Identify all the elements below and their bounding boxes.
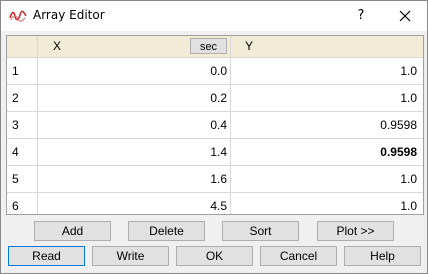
y-cell-selected[interactable]: 0.9598 <box>233 145 417 159</box>
table-row[interactable]: 5 1.6 1.0 <box>7 166 423 193</box>
table-row[interactable]: 3 0.4 0.9598 <box>7 112 423 139</box>
time-unit-button[interactable]: sec <box>190 38 227 54</box>
row-number: 2 <box>12 91 19 105</box>
column-header-x: X <box>53 39 62 53</box>
plot-button[interactable]: Plot >> <box>317 221 394 241</box>
x-cell[interactable]: 4.5 <box>39 199 227 213</box>
sort-button[interactable]: Sort <box>222 221 299 241</box>
read-button[interactable]: Read <box>8 246 85 266</box>
x-cell[interactable]: 0.2 <box>39 91 227 105</box>
table-row[interactable]: 6 4.5 1.0 <box>7 193 423 214</box>
row-number: 5 <box>12 172 19 186</box>
row-number: 1 <box>12 64 19 78</box>
table-row[interactable]: 4 1.4 0.9598 <box>7 139 423 166</box>
y-cell[interactable]: 1.0 <box>233 172 417 186</box>
x-cell[interactable]: 1.6 <box>39 172 227 186</box>
array-editor-window: Array Editor ? X sec Y 1 0.0 1.0 2 0.2 1… <box>0 0 428 274</box>
title-help-button[interactable]: ? <box>351 5 371 27</box>
add-button[interactable]: Add <box>34 221 111 241</box>
ok-button[interactable]: OK <box>176 246 253 266</box>
close-icon[interactable] <box>393 5 417 27</box>
window-title: Array Editor <box>33 8 105 22</box>
cancel-button[interactable]: Cancel <box>260 246 337 266</box>
row-number: 6 <box>12 199 19 213</box>
table-header: X sec Y <box>7 36 423 58</box>
y-cell[interactable]: 0.9598 <box>233 118 417 132</box>
waveform-app-icon <box>9 10 27 22</box>
row-number: 4 <box>12 145 19 159</box>
delete-button[interactable]: Delete <box>128 221 205 241</box>
write-button[interactable]: Write <box>92 246 169 266</box>
x-cell[interactable]: 0.4 <box>39 118 227 132</box>
column-header-y: Y <box>245 39 254 53</box>
y-cell[interactable]: 1.0 <box>233 199 417 213</box>
title-bar[interactable]: Array Editor ? <box>1 1 427 31</box>
x-cell[interactable]: 0.0 <box>39 64 227 78</box>
y-cell[interactable]: 1.0 <box>233 91 417 105</box>
table-row[interactable]: 2 0.2 1.0 <box>7 85 423 112</box>
table-row[interactable]: 1 0.0 1.0 <box>7 58 423 85</box>
x-cell[interactable]: 1.4 <box>39 145 227 159</box>
help-button[interactable]: Help <box>344 246 421 266</box>
row-number: 3 <box>12 118 19 132</box>
y-cell[interactable]: 1.0 <box>233 64 417 78</box>
array-table[interactable]: X sec Y 1 0.0 1.0 2 0.2 1.0 3 0.4 0.9598… <box>6 35 424 215</box>
